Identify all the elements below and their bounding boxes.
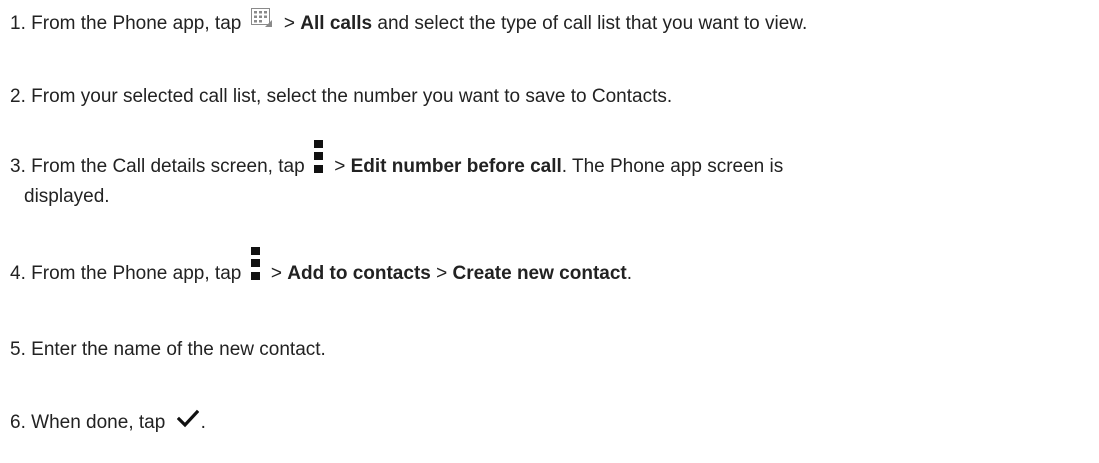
step-bold-label: Create new contact <box>452 263 627 285</box>
step-2: 2. From your selected call list, select … <box>10 84 1095 109</box>
step-text: From the Call details screen, tap <box>31 156 305 178</box>
dialpad-icon <box>250 7 273 28</box>
step-number: 5. <box>10 339 26 360</box>
step-bold-label: All calls <box>300 13 373 34</box>
step-bold-label: Edit number before call <box>350 156 562 178</box>
checkmark-icon <box>176 409 199 429</box>
step-text: . The Phone app screen is <box>561 156 784 178</box>
step-number: 2. <box>10 86 26 107</box>
step-number: 6. <box>10 412 26 433</box>
step-text: and select the type of call list that yo… <box>377 13 808 34</box>
step-number: 1. <box>10 13 26 34</box>
step-text: From your selected call list, select the… <box>31 86 673 107</box>
step-text: . <box>626 263 633 285</box>
step-6: 6. When done, tap . <box>10 409 1095 435</box>
step-text-continued: displayed. <box>24 186 110 207</box>
more-options-icon <box>313 140 323 174</box>
step-text: When done, tap <box>31 412 166 433</box>
step-3: 3. From the Call details screen, tap > E… <box>10 140 1095 209</box>
step-number: 3. <box>10 156 26 178</box>
separator: > <box>283 13 295 34</box>
instructions-list: 1. From the Phone app, tap > All calls a… <box>0 0 1099 463</box>
step-4: 4. From the Phone app, tap > Add to cont… <box>10 247 1095 291</box>
step-5: 5. Enter the name of the new contact. <box>10 337 1095 362</box>
step-text: From the Phone app, tap <box>31 13 242 34</box>
step-text: From the Phone app, tap <box>31 263 242 285</box>
more-options-icon <box>250 247 260 281</box>
separator: > <box>270 263 282 285</box>
step-number: 4. <box>10 263 26 285</box>
step-text: Enter the name of the new contact. <box>31 339 326 360</box>
step-text: . <box>200 412 206 433</box>
step-1: 1. From the Phone app, tap > All calls a… <box>10 7 1095 36</box>
step-bold-label: Add to contacts <box>287 263 431 285</box>
separator: > <box>436 263 448 285</box>
separator: > <box>334 156 346 178</box>
